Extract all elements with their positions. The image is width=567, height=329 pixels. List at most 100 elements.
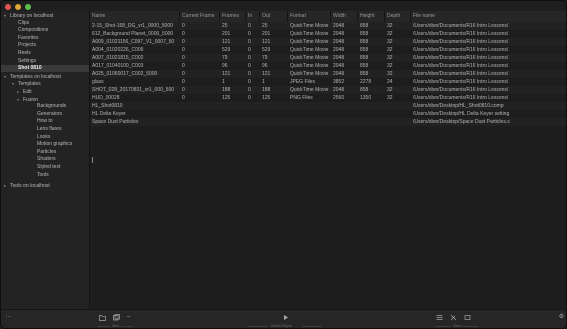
table-row[interactable]: SHOT_028_20170831_vr1_000_500 0 188 0 188 Qui… <box>90 86 566 94</box>
sidebar-item[interactable]: Looks <box>1 134 89 141</box>
gear-icon[interactable]: ⚙ <box>558 314 565 321</box>
sidebar-item[interactable]: Styled text <box>1 164 89 171</box>
zoom-button[interactable] <box>25 4 31 10</box>
sidebar-item[interactable]: How to <box>1 118 89 125</box>
column-header[interactable]: Format <box>288 11 331 22</box>
sidebar-item[interactable]: Shot 0810 <box>1 65 89 73</box>
table-cell: 0 <box>248 79 251 85</box>
sidebar-item[interactable]: Favorites <box>1 35 89 42</box>
table-cell: 0 <box>248 71 251 77</box>
more-icon[interactable]: – <box>125 314 132 321</box>
player-group-line-right <box>302 326 322 327</box>
table-row[interactable]: A025_01060017_C002_5000 0 121 0 121 QuickTime… <box>90 70 566 78</box>
table-cell <box>288 110 331 118</box>
table-cell <box>260 110 288 118</box>
sidebar-item[interactable]: Backgrounds <box>1 103 89 110</box>
table-cell: 0 <box>248 55 251 61</box>
sidebar-item[interactable]: ▾ Templates on localhost <box>1 73 89 80</box>
table-row[interactable]: HL_Shot0810/Users/dion/Desktop/HL_Shot08… <box>90 102 566 110</box>
sidebar-item[interactable]: Tools <box>1 172 89 179</box>
sidebar-item-label: How to <box>37 118 53 125</box>
list-view-icon[interactable] <box>436 314 443 321</box>
table-cell: HL Delta Keyer <box>92 111 126 117</box>
thumbnail-icon[interactable] <box>464 314 471 321</box>
table-cell <box>220 102 246 110</box>
sidebar-item[interactable]: ▸ Edit <box>1 88 89 95</box>
table-row[interactable]: A009_01021156_C097_V1_0007_50 0 121 0 121 Qui… <box>90 38 566 46</box>
table-row[interactable]: 2-15_Shot-168_DG_vr1_0000_5000 0 25 0 25 Quic… <box>90 22 566 30</box>
table-cell: /Users/dion/Documents/R16 Intro Lessons/ <box>413 39 509 45</box>
table-cell <box>331 102 358 110</box>
table-cell: 121 <box>262 39 271 45</box>
sidebar-item[interactable]: Shaders <box>1 156 89 163</box>
table-cell: HL_Shot0810 <box>92 103 123 109</box>
column-header[interactable]: In <box>246 11 260 22</box>
table-row[interactable]: 612_Background Planet_0000_5000 0 201 0 201 Q… <box>90 30 566 38</box>
sidebar-item[interactable]: ▸ Tools on localhost <box>1 182 89 189</box>
table-cell: 32 <box>387 55 393 61</box>
table-cell: /Users/dion/Documents/R16 Intro Lessons/ <box>413 95 509 101</box>
player-group-line-left <box>247 326 267 327</box>
sidebar-item[interactable]: Reels <box>1 50 89 57</box>
table-cell <box>180 118 220 126</box>
sidebar-item[interactable]: Lens flares <box>1 126 89 133</box>
view-group-line-left <box>435 326 451 327</box>
table-cell: 858 <box>360 87 369 93</box>
table-cell: 188 <box>262 87 271 93</box>
sidebar-item-label: Library on localhost <box>10 13 54 19</box>
table-cell: 0 <box>248 63 251 69</box>
table-cell: 1 <box>262 79 265 85</box>
table-cell: 0 <box>182 63 185 69</box>
sidebar-item[interactable]: Particles <box>1 149 89 156</box>
column-header[interactable]: Name <box>90 11 180 22</box>
column-header[interactable]: Depth <box>385 11 411 22</box>
column-header[interactable]: File name <box>411 11 566 22</box>
sidebar-item[interactable]: Compositions <box>1 27 89 34</box>
table-row[interactable]: HL Delta Keyer/Users/dion/Desktop/HL Del… <box>90 110 566 118</box>
sidebar-item[interactable]: Motion graphics <box>1 141 89 148</box>
table-cell: /Users/dion/Documents/R16 Intro Lessons/ <box>413 71 509 77</box>
sidebar-item[interactable]: ▾ Fusion <box>1 96 89 103</box>
close-button[interactable] <box>5 4 11 10</box>
table-cell: QuickTime Movie <box>290 39 329 45</box>
table-cell: 0 <box>182 39 185 45</box>
table-cell: 0 <box>248 23 251 29</box>
column-header[interactable]: Out <box>260 11 288 22</box>
minimize-button[interactable] <box>15 4 21 10</box>
table-cell: HUD_00028 <box>92 95 120 101</box>
folder-icon[interactable] <box>99 314 106 321</box>
table-row[interactable]: A007_01021815_C002 0 79 0 79 QuickTime Movie 2… <box>90 54 566 62</box>
sidebar-item[interactable]: Projects <box>1 42 89 49</box>
sidebar-item[interactable]: Clips <box>1 20 89 27</box>
table-cell: 0 <box>182 71 185 77</box>
column-header[interactable]: Frames <box>220 11 246 22</box>
play-icon[interactable] <box>282 314 289 321</box>
column-header[interactable]: Width <box>331 11 358 22</box>
table-row[interactable]: A004_01020226_C009 0 529 0 529 QuickTime Movi… <box>90 46 566 54</box>
table-row[interactable]: HUD_00028 0 125 0 125 PNG Files 2560 1350 32/Use… <box>90 94 566 102</box>
table-cell <box>288 102 331 110</box>
sidebar-item[interactable]: ▾ Library on localhost <box>1 12 89 19</box>
app-window: ▾ Library on localhost Clips Compositions Fa… <box>0 0 567 329</box>
sidebar-item[interactable]: ▾ Templates <box>1 80 89 87</box>
table-row[interactable]: glass 0 1 0 1 JPEG Files 3852 2278 24/Users/dion… <box>90 78 566 86</box>
table-cell: QuickTime Movie <box>290 23 329 29</box>
sidebar-item[interactable]: Settings <box>1 58 89 65</box>
table-cell: A009_01021156_C097_V1_0007_50 <box>92 39 175 45</box>
table-cell: A004_01020226_C009 <box>92 47 144 53</box>
tools-icon[interactable] <box>450 314 457 321</box>
table-cell <box>358 102 385 110</box>
sidebar-item-label: Tools <box>37 171 49 178</box>
column-header[interactable]: Current Frame <box>180 11 220 22</box>
table-cell: 2278 <box>360 79 372 85</box>
table-row[interactable]: A017_01040100_C003 0 96 0 96 QuickTime Movie 2… <box>90 62 566 70</box>
ellipsis-icon[interactable]: ··· <box>5 314 12 321</box>
table-cell: 1 <box>222 79 225 85</box>
column-header[interactable]: Height <box>358 11 385 22</box>
table-row[interactable]: Space Dust Particles/Users/dion/Desktop/… <box>90 118 566 126</box>
table-cell: QuickTime Movie <box>290 71 329 77</box>
sidebar-item[interactable]: Generators <box>1 111 89 118</box>
sidebar-item-label: Favorites <box>18 34 39 41</box>
new-bin-icon[interactable] <box>113 314 120 321</box>
table-cell: glass <box>92 79 104 85</box>
